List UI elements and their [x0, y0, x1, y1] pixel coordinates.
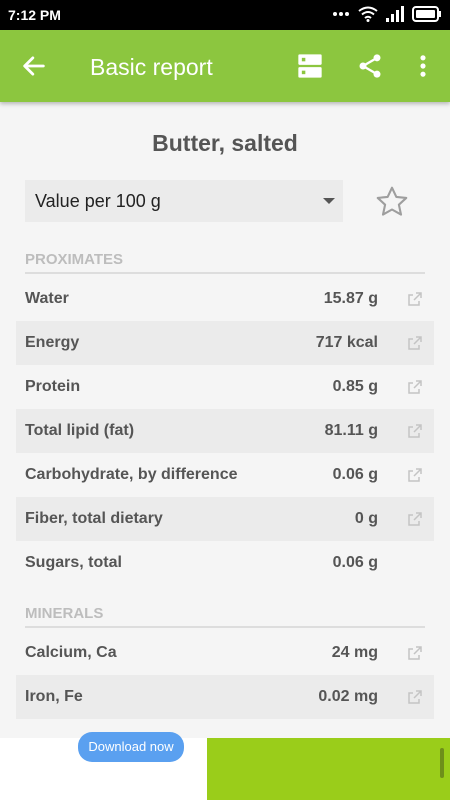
nutrient-value: 15.87 g [323, 290, 378, 307]
section-divider [25, 272, 425, 274]
nutrient-row: Protein 0.85 g [16, 365, 434, 409]
nutrient-name: Carbohydrate, by difference [25, 466, 238, 483]
nutrient-name: Protein [25, 378, 81, 395]
nutrient-value: 0.85 g [332, 378, 378, 395]
food-title: Butter, salted [152, 130, 298, 156]
battery-icon [412, 6, 441, 22]
nutrient-value: 0.06 g [332, 466, 378, 483]
nutrient-row: Sugars, total 0.06 g [16, 541, 434, 585]
nutrient-row: Fiber, total dietary 0 g [16, 497, 434, 541]
nutrient-value: 81.11 g [324, 422, 378, 439]
open-external-icon[interactable] [407, 645, 423, 661]
serving-select[interactable]: Value per 100 g [25, 180, 343, 222]
open-external-icon[interactable] [407, 423, 423, 439]
page-title: Basic report [90, 54, 213, 80]
nutrient-row: Energy 717 kcal [16, 321, 434, 365]
nutrient-name: Calcium, Ca [25, 644, 117, 661]
nutrient-name: Total lipid (fat) [25, 422, 135, 439]
nutrient-name: Energy [25, 334, 80, 351]
nutrient-value: 24 mg [331, 644, 378, 661]
nutrient-value: 0.02 mg [318, 688, 378, 705]
nutrient-name: Fiber, total dietary [25, 510, 163, 527]
nutrient-row: Iron, Fe 0.02 mg [16, 675, 434, 719]
open-external-icon[interactable] [407, 379, 423, 395]
share-icon[interactable] [356, 52, 384, 80]
nutrient-name: Water [25, 290, 69, 307]
section-title: PROXIMATES [25, 251, 124, 268]
nutrient-name: Iron, Fe [25, 688, 83, 705]
status-time: 7:12 PM [8, 7, 61, 23]
notification-dots-icon [333, 12, 349, 16]
section-title: MINERALS [25, 605, 104, 622]
open-external-icon[interactable] [407, 511, 423, 527]
status-bar: 7:12 PM [0, 0, 450, 30]
nutrient-value: 717 kcal [315, 334, 378, 351]
dropdown-arrow-icon [323, 198, 335, 204]
signal-icon [386, 6, 404, 22]
ad-download-button[interactable]: Download now [78, 732, 184, 762]
open-external-icon[interactable] [407, 291, 423, 307]
layout-icon[interactable] [296, 52, 324, 80]
serving-select-value: Value per 100 g [35, 191, 161, 211]
app-bar: Basic report [0, 30, 450, 102]
nutrient-row: Total lipid (fat) 81.11 g [16, 409, 434, 453]
section-proximates: PROXIMATES [25, 251, 425, 274]
wifi-icon [358, 6, 378, 22]
ad-handle [440, 748, 444, 778]
nutrient-name: Sugars, total [25, 554, 122, 571]
open-external-icon[interactable] [407, 689, 423, 705]
more-vert-icon[interactable] [409, 52, 437, 80]
ad-banner[interactable]: Download now [0, 732, 450, 800]
section-minerals: MINERALS [25, 605, 425, 628]
nutrient-row: Calcium, Ca 24 mg [16, 631, 434, 675]
report-content[interactable]: Butter, salted Value per 100 g PROXIMATE… [0, 102, 450, 738]
open-external-icon[interactable] [407, 467, 423, 483]
status-icons [332, 6, 442, 22]
nutrient-row: Carbohydrate, by difference 0.06 g [16, 453, 434, 497]
ad-panel: Download now [0, 732, 207, 800]
open-external-icon[interactable] [407, 335, 423, 351]
section-divider [25, 626, 425, 628]
nutrient-row: Water 15.87 g [16, 277, 434, 321]
back-arrow-icon[interactable] [20, 52, 48, 80]
nutrient-value: 0.06 g [332, 554, 378, 571]
nutrient-value: 0 g [354, 510, 378, 527]
star-icon[interactable] [374, 184, 410, 220]
